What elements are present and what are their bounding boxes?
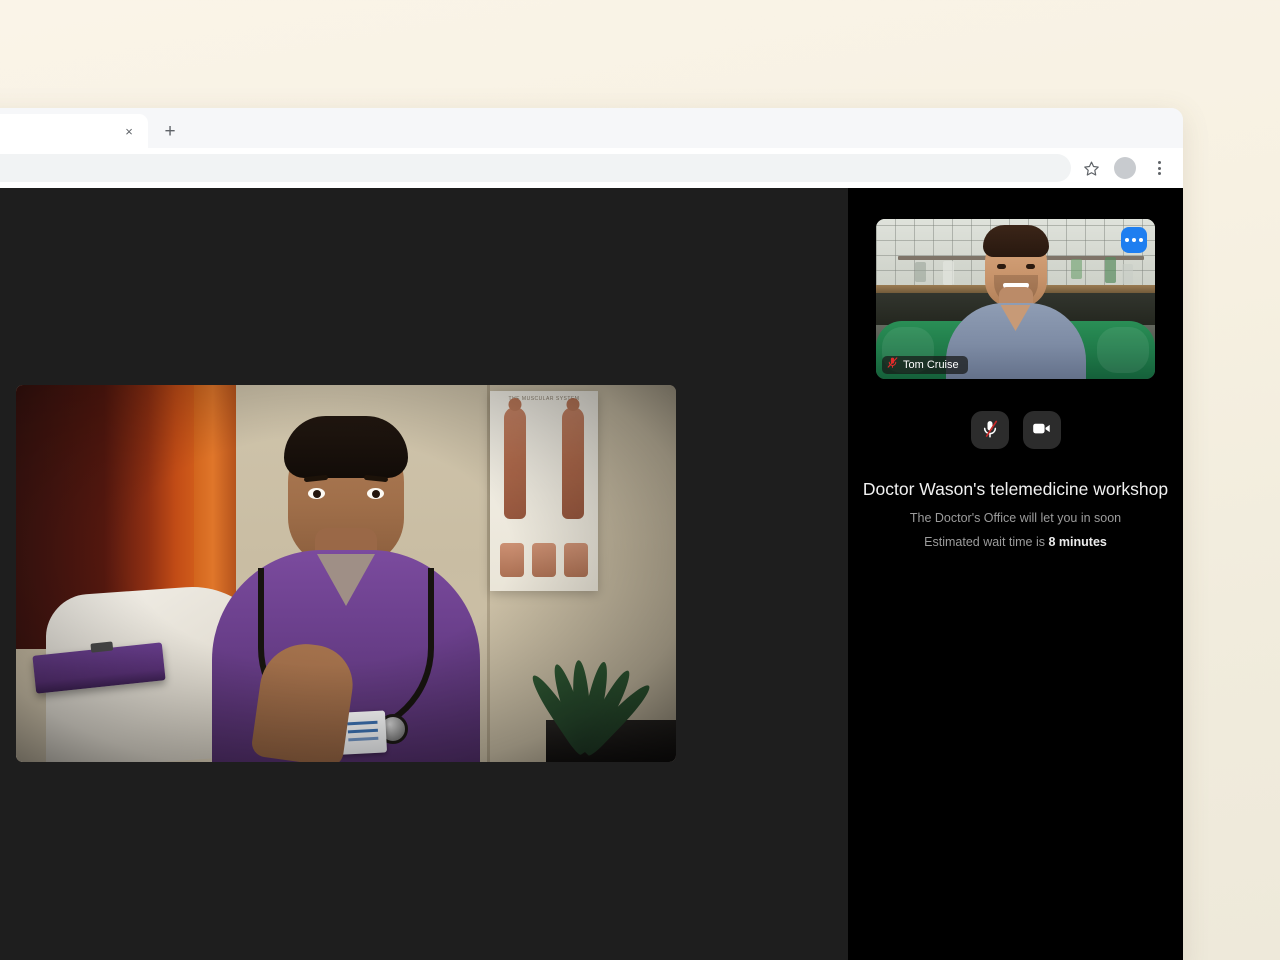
plus-icon[interactable]: +	[156, 117, 184, 145]
meeting-info: Doctor Wason's telemedicine workshop The…	[848, 478, 1183, 551]
avatar-icon[interactable]	[1114, 157, 1136, 179]
meeting-subtitle: The Doctor's Office will let you in soon	[909, 510, 1122, 525]
main-video-feed[interactable]: THE MUSCULAR SYSTEM	[16, 385, 676, 762]
media-controls	[970, 411, 1061, 449]
microphone-toggle-button[interactable]	[970, 411, 1009, 449]
meeting-title: Doctor Wason's telemedicine workshop	[862, 479, 1169, 499]
main-stage: THE MUSCULAR SYSTEM	[0, 188, 848, 960]
estimated-wait-time: Estimated wait time is 8 minutes	[862, 534, 1169, 551]
meeting-page: THE MUSCULAR SYSTEM Tom Cruise Doctor Wa…	[0, 188, 1183, 960]
microphone-muted-icon	[980, 419, 1000, 442]
star-icon[interactable]	[1077, 154, 1105, 182]
microphone-muted-icon	[886, 356, 899, 374]
wait-time-prefix: Estimated wait time is	[924, 534, 1046, 549]
plant-prop	[522, 632, 672, 762]
browser-window: Name × + ps://	[0, 108, 1183, 960]
participant-name-tag: Tom Cruise	[882, 356, 968, 374]
address-bar[interactable]: ps://	[0, 154, 1071, 182]
participant-name-label: Tom Cruise	[903, 358, 959, 371]
three-dots-vertical-icon[interactable]	[1145, 154, 1173, 182]
self-view-scene	[876, 219, 1155, 379]
browser-toolbar: ps://	[0, 148, 1183, 188]
browser-tab[interactable]: Name ×	[0, 114, 148, 148]
tab-title: Name	[0, 125, 120, 138]
doctor-figure	[196, 416, 496, 762]
three-dots-horizontal-icon[interactable]	[1121, 227, 1147, 253]
side-panel: Tom Cruise Doctor Wason's telemedicine w…	[848, 188, 1183, 960]
main-video-scene: THE MUSCULAR SYSTEM	[16, 385, 676, 762]
close-icon[interactable]: ×	[120, 122, 138, 140]
tab-strip: Name × +	[0, 108, 1183, 148]
camera-toggle-button[interactable]	[1022, 411, 1061, 449]
wait-time-value: 8 minutes	[1048, 534, 1107, 549]
anatomy-poster: THE MUSCULAR SYSTEM	[490, 391, 598, 591]
self-view-video[interactable]: Tom Cruise	[876, 219, 1155, 379]
video-camera-icon	[1031, 418, 1052, 442]
